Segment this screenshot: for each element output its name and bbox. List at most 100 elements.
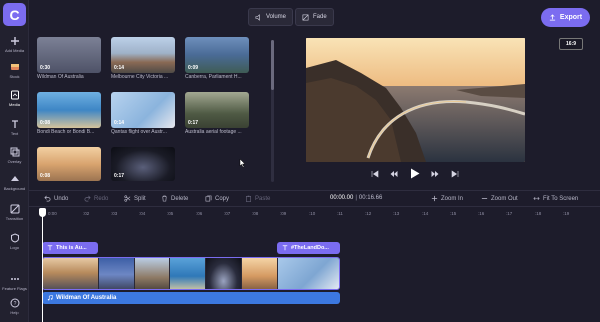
ruler-tick: :19 — [563, 211, 570, 216]
ruler-tick: :06 — [196, 211, 203, 216]
video-clip[interactable] — [278, 258, 339, 289]
media-thumbnail[interactable]: 0:17 — [185, 92, 249, 128]
media-scrollbar[interactable] — [271, 40, 274, 182]
video-clip[interactable] — [135, 258, 169, 289]
copy-label: Copy — [215, 195, 230, 202]
media-title: Qantas flight over Austr... — [111, 129, 167, 135]
sidebar-item-label: Overlay — [7, 159, 22, 164]
sidebar-item-logo[interactable]: Logo — [0, 233, 29, 250]
video-clip[interactable] — [242, 258, 277, 289]
zoom-out-button[interactable]: Zoom Out — [481, 195, 518, 202]
skip-to-end-button[interactable] — [451, 170, 459, 178]
mouse-cursor-icon — [239, 158, 246, 168]
fast-forward-button[interactable] — [431, 170, 439, 178]
split-label: Split — [134, 195, 146, 202]
zoom-in-label: Zoom In — [441, 195, 464, 202]
rewind-button[interactable] — [390, 170, 398, 178]
zoom-in-button[interactable]: Zoom In — [431, 195, 463, 202]
minus-icon — [481, 198, 488, 199]
media-duration: 0:14 — [114, 120, 125, 126]
media-thumbnail[interactable]: 0:14 — [111, 37, 175, 73]
playhead-handle[interactable] — [39, 208, 46, 217]
timecode-separator: | — [355, 195, 357, 201]
playhead[interactable] — [42, 208, 43, 322]
media-title: Wildman Of Australia — [37, 74, 84, 80]
volume-button[interactable]: Volume — [248, 8, 294, 26]
media-thumbnail[interactable]: 0:08 — [37, 92, 101, 128]
transition-icon — [10, 204, 19, 214]
aspect-ratio-button[interactable]: 16:9 — [559, 38, 583, 50]
ruler-tick: :12 — [365, 211, 372, 216]
sidebar-item-label: Help — [10, 310, 19, 315]
media-icon — [10, 90, 19, 100]
fit-to-screen-button[interactable]: Fit To Screen — [533, 195, 578, 202]
video-clip[interactable] — [99, 258, 134, 289]
scrollbar-thumb[interactable] — [271, 40, 274, 90]
speaker-icon — [255, 13, 260, 21]
sidebar-item-add-media[interactable]: Add Media — [0, 36, 29, 53]
ruler-tick: :09 — [280, 211, 287, 216]
media-thumbnail[interactable]: 0:17 — [111, 147, 175, 181]
undo-label: Undo — [54, 195, 69, 202]
fade-button[interactable]: Fade — [295, 8, 334, 26]
svg-text:?: ? — [13, 301, 16, 307]
skip-to-start-button[interactable] — [371, 170, 379, 178]
skip-forward-icon — [451, 170, 459, 178]
media-thumbnail[interactable]: 0:09 — [185, 37, 249, 73]
media-duration: 0:08 — [40, 120, 51, 126]
media-thumbnail[interactable]: 0:08 — [37, 147, 101, 181]
more-icon — [10, 278, 19, 280]
sidebar-item-feature-flags[interactable]: Feature Flags — [0, 274, 29, 291]
audio-clip-label: Wildman Of Australia — [56, 295, 117, 301]
video-preview[interactable] — [306, 38, 525, 162]
media-thumbnail[interactable]: 0:14 — [111, 92, 175, 128]
ruler-tick: :17 — [506, 211, 513, 216]
redo-button[interactable]: Redo — [84, 195, 108, 202]
delete-button[interactable]: Delete — [161, 195, 188, 202]
export-button[interactable]: Export — [541, 8, 590, 27]
overlay-icon — [10, 147, 19, 157]
music-note-icon — [47, 295, 53, 301]
text-clip-label: #TheLandDo... — [291, 245, 329, 251]
play-button[interactable] — [410, 168, 420, 179]
fit-label: Fit To Screen — [543, 195, 579, 202]
fade-icon — [302, 14, 309, 20]
plus-icon — [431, 195, 438, 202]
sidebar-item-text[interactable]: Text — [0, 119, 29, 136]
sidebar-item-overlay[interactable]: Overlay — [0, 147, 29, 164]
edit-toolbar: Undo Redo Split Delete Copy Paste 00:00.… — [29, 190, 600, 207]
text-clip[interactable]: This is Au... — [42, 242, 98, 254]
logo-icon — [10, 233, 19, 243]
video-track[interactable] — [42, 257, 340, 290]
sidebar-item-label: Add Media — [4, 48, 25, 53]
split-button[interactable]: Split — [124, 195, 146, 202]
paste-button[interactable]: Paste — [245, 195, 270, 202]
undo-button[interactable]: Undo — [44, 195, 68, 202]
sidebar-item-transition[interactable]: Transition — [0, 204, 29, 221]
text-icon — [282, 245, 288, 251]
video-editor: C Add Media Stock Media Text Overlay Bac… — [0, 0, 600, 322]
app-logo[interactable]: C — [3, 3, 26, 26]
sidebar-item-background[interactable]: Background — [0, 174, 29, 191]
stock-icon — [10, 64, 19, 70]
upload-icon — [549, 14, 556, 21]
paste-icon — [246, 195, 251, 202]
sidebar-item-media[interactable]: Media — [0, 90, 29, 107]
media-thumbnail[interactable]: 0:30 — [37, 37, 101, 73]
fast-forward-icon — [431, 171, 439, 177]
sidebar-item-stock[interactable]: Stock — [0, 62, 29, 79]
zoom-out-label: Zoom Out — [491, 195, 518, 202]
timeline-ruler[interactable]: 0:00 :02 :03 :04 :05 :06 :07 :08 :09 :10… — [29, 208, 600, 220]
video-clip[interactable] — [170, 258, 205, 289]
video-clip[interactable] — [43, 258, 98, 289]
play-icon — [411, 168, 420, 179]
text-clip[interactable]: #TheLandDo... — [277, 242, 340, 254]
audio-clip[interactable]: Wildman Of Australia — [42, 292, 340, 304]
sidebar-item-label: Stock — [9, 74, 20, 79]
video-clip[interactable] — [206, 258, 241, 289]
copy-button[interactable]: Copy — [205, 195, 229, 202]
ruler-tick: :04 — [139, 211, 146, 216]
sidebar-item-help[interactable]: ? Help — [0, 298, 29, 315]
fade-label: Fade — [313, 14, 327, 20]
undo-icon — [44, 195, 51, 202]
